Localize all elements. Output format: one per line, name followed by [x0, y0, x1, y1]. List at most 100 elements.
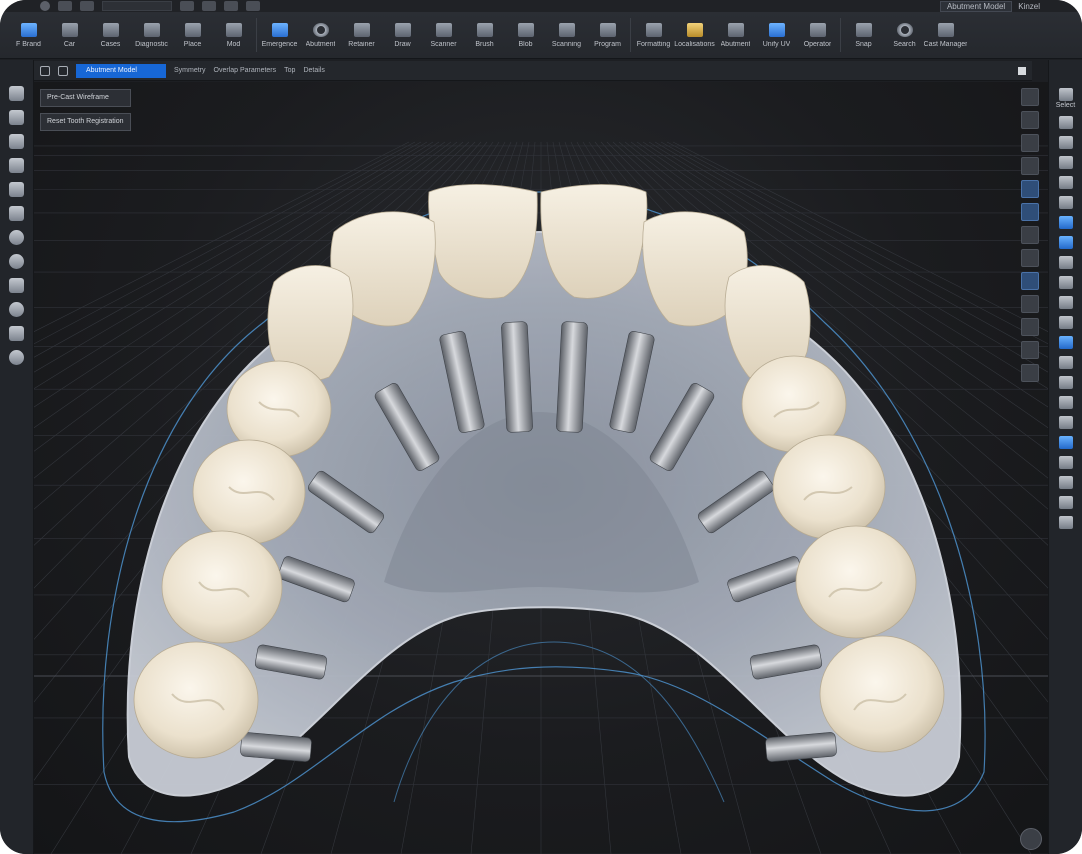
- panel-height-icon[interactable]: [1058, 496, 1073, 509]
- dental-model[interactable]: [34, 82, 1048, 854]
- app-menu-icon[interactable]: [40, 1, 50, 11]
- tab-top[interactable]: Top: [284, 67, 295, 74]
- view-orientation-icon[interactable]: [1020, 828, 1042, 850]
- search-input[interactable]: [102, 1, 172, 11]
- zoom-icon[interactable]: [80, 1, 94, 11]
- ribbon-tool-1[interactable]: Car: [49, 13, 90, 57]
- tab-details[interactable]: Details: [303, 67, 324, 74]
- view-shading-icon[interactable]: [1021, 272, 1039, 290]
- panel-dot-icon[interactable]: [1058, 416, 1073, 429]
- view-side-icon[interactable]: [1021, 134, 1039, 152]
- wireframe-toggle-button[interactable]: Pre-Cast Wireframe: [40, 89, 131, 107]
- tab-symmetry[interactable]: Symmetry: [174, 67, 206, 74]
- select-tool-icon[interactable]: [9, 86, 24, 101]
- rotate-tool-icon[interactable]: [9, 302, 24, 317]
- view-ortho-icon[interactable]: [1021, 203, 1039, 221]
- panel-mesh-icon[interactable]: [1058, 156, 1073, 169]
- ribbon-tool-9[interactable]: Draw: [382, 13, 423, 57]
- reset-registration-button[interactable]: Reset Tooth Registration: [40, 113, 131, 131]
- ribbon-tool-16[interactable]: Localisations: [674, 13, 715, 57]
- smooth-tool-icon[interactable]: [9, 230, 24, 245]
- ribbon-tool-22[interactable]: Cast Manager: [924, 13, 967, 57]
- view-xray-icon[interactable]: [1021, 295, 1039, 313]
- inner-outline: [393, 641, 725, 803]
- panel-grid-icon[interactable]: [1058, 116, 1073, 129]
- tool-icon: [353, 22, 370, 37]
- panel-circle-icon[interactable]: [1058, 516, 1073, 529]
- ribbon-tool-20[interactable]: Snap: [843, 13, 884, 57]
- search-icon[interactable]: [40, 65, 50, 76]
- panel-box-icon[interactable]: [1058, 396, 1073, 409]
- panel-eye-icon[interactable]: [1058, 136, 1073, 149]
- panel-select-icon[interactable]: [1058, 216, 1073, 229]
- panel-rotate-icon[interactable]: [1058, 316, 1073, 329]
- paint-tool-icon[interactable]: [9, 182, 24, 197]
- view-top-icon[interactable]: [1021, 88, 1039, 106]
- grid-tool-icon[interactable]: [9, 278, 24, 293]
- history-tool-icon[interactable]: [9, 350, 24, 365]
- view-grid-icon[interactable]: [1021, 249, 1039, 267]
- tab-active[interactable]: Abutment Model: [76, 63, 166, 78]
- brush-tool-icon[interactable]: [9, 110, 24, 125]
- ribbon-tool-2[interactable]: Cases: [90, 13, 131, 57]
- 3d-viewport[interactable]: Pre-Cast Wireframe Reset Tooth Registrat…: [34, 82, 1048, 854]
- document-dropdown[interactable]: Abutment Model: [939, 0, 1013, 12]
- ribbon-tool-6[interactable]: Emergence: [259, 13, 300, 57]
- cut-tool-icon[interactable]: [9, 158, 24, 173]
- panel-connect-icon[interactable]: [1058, 236, 1073, 249]
- ribbon-tool-17[interactable]: Abutment: [715, 13, 756, 57]
- undo-icon[interactable]: [58, 1, 72, 11]
- view-reset-icon[interactable]: [1021, 364, 1039, 382]
- ribbon-tool-5[interactable]: Mod: [213, 13, 254, 57]
- ribbon-tool-18[interactable]: Unify UV: [756, 13, 797, 57]
- snap-icon[interactable]: [246, 1, 260, 11]
- user-label[interactable]: Kinzel: [1018, 2, 1040, 11]
- panel-wrench-icon[interactable]: [1058, 356, 1073, 369]
- tooth-tool-icon[interactable]: [9, 254, 24, 269]
- ribbon-tool-3[interactable]: Diagnostic: [131, 13, 172, 57]
- ribbon-tool-19[interactable]: Operator: [797, 13, 838, 57]
- view-camera-icon[interactable]: [1021, 341, 1039, 359]
- close-icon[interactable]: [1018, 66, 1026, 75]
- view-iso-icon[interactable]: [1021, 157, 1039, 175]
- move-icon[interactable]: [224, 1, 238, 11]
- ribbon-tool-8[interactable]: Retainer: [341, 13, 382, 57]
- layers-icon[interactable]: [58, 65, 68, 76]
- ribbon-tool-4[interactable]: Place: [172, 13, 213, 57]
- view-front-icon[interactable]: [1021, 111, 1039, 129]
- settings-tool-icon[interactable]: [9, 326, 24, 341]
- layout-icon[interactable]: [180, 1, 194, 11]
- tool-icon: [645, 22, 662, 37]
- panel-gear-icon[interactable]: [1058, 276, 1073, 289]
- ribbon-tool-13[interactable]: Scanning: [546, 13, 587, 57]
- view-fit-icon[interactable]: [1021, 226, 1039, 244]
- panel-person-icon[interactable]: [1058, 256, 1073, 269]
- sculpt-tool-icon[interactable]: [9, 134, 24, 149]
- ribbon-tool-15[interactable]: Formatting: [633, 13, 674, 57]
- ribbon-tool-label: Emergence: [261, 40, 298, 48]
- panel-bookmark-icon[interactable]: [1058, 436, 1073, 449]
- ribbon-tool-label: Localisations: [674, 40, 715, 48]
- ribbon-tool-12[interactable]: Blob: [505, 13, 546, 57]
- panel-image-icon[interactable]: [1058, 176, 1073, 189]
- ribbon-tool-7[interactable]: Abutment: [300, 13, 341, 57]
- view-perspective-icon[interactable]: [1021, 180, 1039, 198]
- panel-info-icon[interactable]: [1058, 336, 1073, 349]
- ribbon-tool-11[interactable]: Brush: [464, 13, 505, 57]
- panel-eye-toggle-icon[interactable]: [1058, 476, 1073, 489]
- ribbon-tool-0[interactable]: F Brand: [8, 13, 49, 57]
- ribbon-tool-label: Scanner: [430, 40, 457, 48]
- panel-camera-icon[interactable]: [1058, 376, 1073, 389]
- measure-tool-icon[interactable]: [9, 206, 24, 221]
- tool-icon: [394, 22, 411, 37]
- ribbon-tool-21[interactable]: Search: [884, 13, 925, 57]
- view-light-icon[interactable]: [1021, 318, 1039, 336]
- save-icon[interactable]: [202, 1, 216, 11]
- ribbon-tool-10[interactable]: Scanner: [423, 13, 464, 57]
- panel-layer-icon[interactable]: [1058, 196, 1073, 209]
- tab-overlap[interactable]: Overlap Parameters: [214, 67, 277, 74]
- ribbon-tool-14[interactable]: Program: [587, 13, 628, 57]
- panel-light-icon[interactable]: [1058, 296, 1073, 309]
- panel-search-icon[interactable]: [1058, 456, 1073, 469]
- panel-home-icon[interactable]: [1058, 88, 1073, 101]
